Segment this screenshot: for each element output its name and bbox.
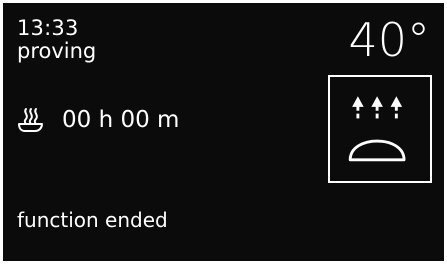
proving-dough-heat-arrows-icon [330,77,430,181]
status-message: function ended [17,208,168,232]
timer-row[interactable]: 00 h 00 m [15,104,179,136]
oven-display: 13:33 proving 40° 00 h 00 m function end… [3,3,444,261]
proving-bowl-icon [15,105,45,135]
timer-value: 00 h 00 m [62,107,180,133]
temperature-readout[interactable]: 40° [348,15,430,65]
mode-label: proving [17,39,97,63]
clock: 13:33 [17,16,79,40]
function-button[interactable] [328,75,432,183]
